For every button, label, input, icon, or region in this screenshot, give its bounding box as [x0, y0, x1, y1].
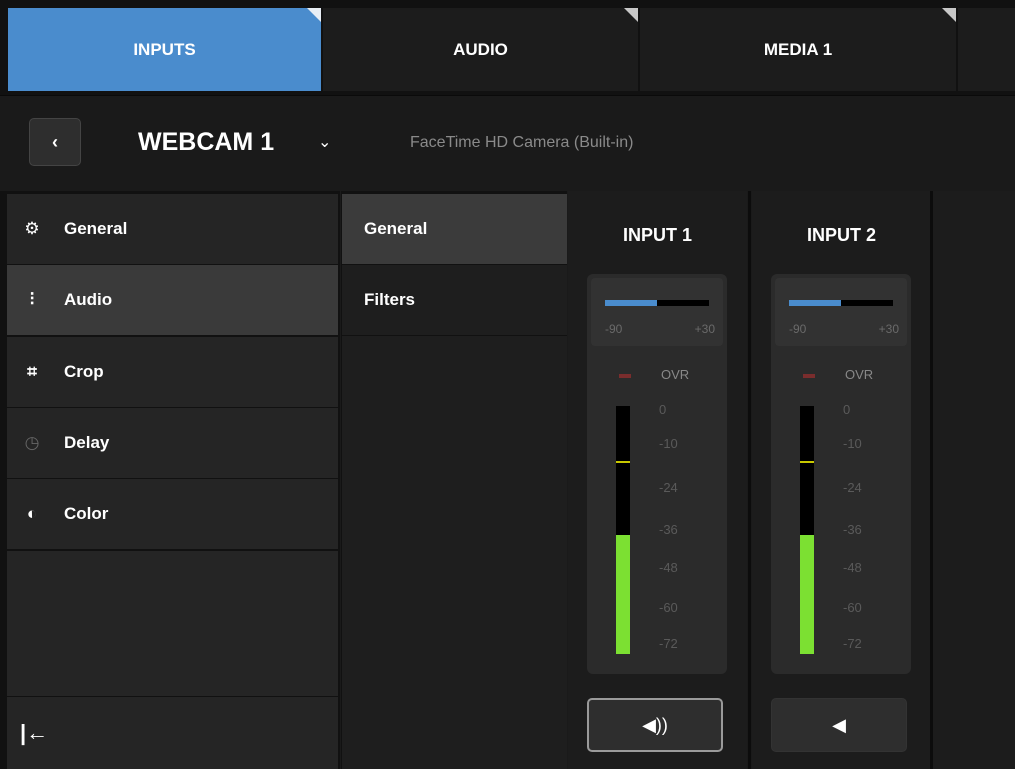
meter-scale-label: -36	[659, 522, 678, 537]
subtab-empty-area	[342, 336, 567, 769]
mute-button[interactable]: ◀))	[587, 698, 723, 752]
top-tab-bar: INPUTS AUDIO MEDIA 1	[0, 0, 1015, 95]
subtab-label: General	[364, 219, 428, 238]
tab-label: MEDIA 1	[763, 39, 833, 59]
input-title: WEBCAM 1	[138, 128, 275, 156]
sidebar-empty-area	[7, 551, 338, 696]
meter-scale-label: -48	[659, 560, 678, 575]
settings-sidebar: ⚙ General ⫶ Audio ⌗ Crop ◷ Delay ◐ Color…	[0, 191, 340, 769]
overload-label: OVR	[661, 367, 690, 382]
meter-scale-label: -60	[843, 600, 862, 615]
audio-subtab-list: General Filters	[341, 191, 567, 769]
input-source-subtitle: FaceTime HD Camera (Built-in)	[410, 134, 634, 151]
channel-divider	[748, 191, 751, 769]
tab-media-1[interactable]: MEDIA 1	[640, 8, 956, 91]
gain-slider-panel: -90 +30	[591, 278, 723, 346]
gain-slider-fill	[605, 300, 657, 306]
gain-range-min: -90	[605, 322, 623, 336]
sidebar-item-label: General	[64, 219, 128, 238]
meter-scale-label: -10	[659, 436, 678, 451]
input-header: ‹ WEBCAM 1 ⌄ FaceTime HD Camera (Built-i…	[0, 95, 1015, 191]
channel-meter-panel: -90 +30 OVR 0 -10 -24 -36 -48 -60 -72	[771, 274, 911, 674]
subtab-general[interactable]: General	[342, 194, 567, 264]
gain-slider-panel: -90 +30	[775, 278, 907, 346]
sidebar-item-general[interactable]: ⚙ General	[7, 194, 338, 264]
channel-title: INPUT 1	[622, 225, 692, 245]
tab-label: AUDIO	[453, 39, 508, 59]
gain-slider[interactable]	[789, 300, 893, 306]
meter-scale-label: -60	[659, 600, 678, 615]
tab-audio[interactable]: AUDIO	[323, 8, 638, 91]
sidebar-item-label: Crop	[64, 362, 104, 381]
chevron-left-icon: ‹	[52, 131, 58, 152]
peak-marker	[616, 461, 630, 463]
overload-label: OVR	[845, 367, 874, 382]
sidebar-item-delay[interactable]: ◷ Delay	[7, 408, 338, 478]
audio-mixer-icon: ⫶	[29, 290, 35, 309]
meter-scale-label: 0	[659, 402, 667, 417]
sidebar-item-crop[interactable]: ⌗ Crop	[7, 337, 338, 407]
overload-led	[803, 374, 815, 378]
collapse-sidebar-button[interactable]: |←	[7, 697, 338, 769]
color-drop-icon: ◐	[26, 504, 38, 523]
mute-button[interactable]: ◀	[771, 698, 907, 752]
sidebar-item-label: Delay	[64, 433, 110, 452]
gain-range-max: +30	[694, 322, 715, 336]
speaker-on-icon: ◀))	[642, 714, 668, 735]
tab-corner-indicator	[307, 8, 321, 22]
peak-marker	[800, 461, 814, 463]
tab-corner-indicator	[942, 8, 956, 22]
gain-slider-fill	[789, 300, 841, 306]
gain-range-max: +30	[878, 322, 899, 336]
collapse-left-icon: |←	[20, 720, 49, 745]
channel-meter-panel: -90 +30 OVR 0 -10 -24 -36 -48 -60 -72	[587, 274, 727, 674]
sidebar-item-color[interactable]: ◐ Color	[7, 479, 338, 549]
tab-overflow[interactable]	[958, 8, 1015, 91]
meter-scale-label: -24	[659, 480, 678, 495]
mixer-empty-area	[933, 191, 1015, 769]
meter-scale-label: -24	[843, 480, 862, 495]
crop-icon: ⌗	[27, 362, 37, 381]
level-meter-fill	[800, 535, 814, 654]
level-meter-fill	[616, 535, 630, 654]
tab-label: INPUTS	[133, 39, 196, 59]
meter-scale-label: -48	[843, 560, 862, 575]
channel-title: INPUT 2	[806, 225, 876, 245]
audio-channel-input-1: INPUT 1 -90 +30 OVR 0 -10 -24 -36 -48 -6…	[568, 191, 747, 769]
level-meter	[616, 406, 630, 654]
sidebar-item-label: Audio	[64, 290, 113, 309]
gain-range-min: -90	[789, 322, 807, 336]
audio-channel-input-2: INPUT 2 -90 +30 OVR 0 -10 -24 -36 -48 -6…	[752, 191, 931, 769]
sidebar-item-label: Color	[64, 504, 109, 523]
clock-icon: ◷	[24, 433, 40, 452]
meter-scale-label: -10	[843, 436, 862, 451]
gain-slider[interactable]	[605, 300, 709, 306]
meter-scale-label: 0	[843, 402, 851, 417]
chevron-down-icon[interactable]: ⌄	[318, 132, 331, 152]
tab-corner-indicator	[624, 8, 638, 22]
meter-scale-label: -72	[659, 636, 678, 651]
meter-scale-label: -36	[843, 522, 862, 537]
meter-scale-label: -72	[843, 636, 862, 651]
tab-inputs[interactable]: INPUTS	[8, 8, 321, 91]
subtab-label: Filters	[364, 290, 416, 309]
back-button[interactable]: ‹	[29, 118, 81, 166]
speaker-off-icon: ◀	[832, 714, 846, 735]
level-meter	[800, 406, 814, 654]
gear-icon: ⚙	[24, 219, 40, 238]
sidebar-item-audio[interactable]: ⫶ Audio	[7, 265, 338, 335]
subtab-filters[interactable]: Filters	[342, 265, 567, 335]
overload-led	[619, 374, 631, 378]
